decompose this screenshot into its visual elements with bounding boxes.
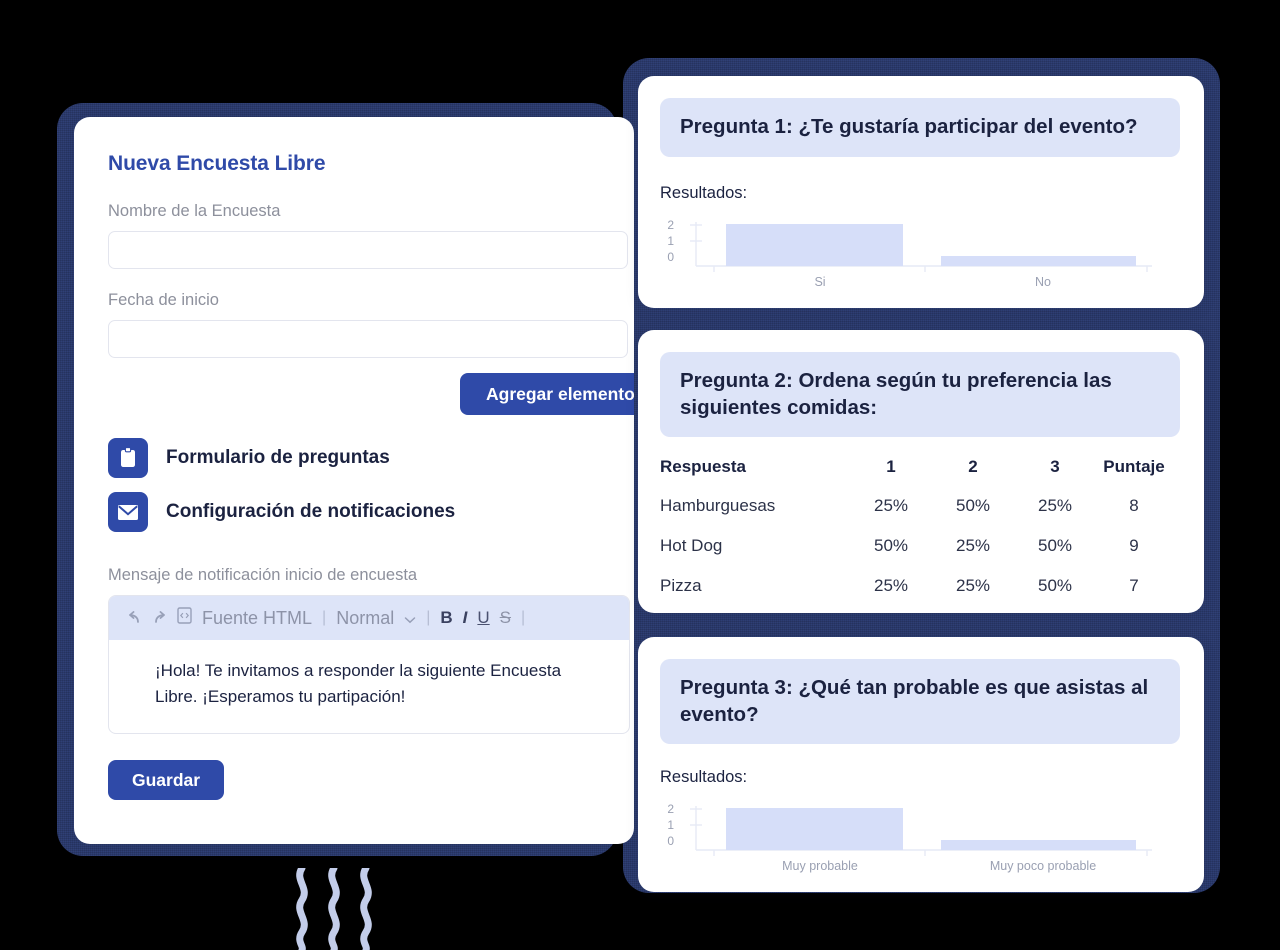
- question-2-title: Pregunta 2: Ordena según tu preferencia …: [660, 352, 1180, 438]
- cell-2: 25%: [955, 536, 991, 555]
- survey-name-field-block: Nombre de la Encuesta: [108, 202, 634, 269]
- editor-toolbar: Fuente HTML | Normal | B I U S |: [109, 596, 629, 640]
- bar-no: [941, 256, 1136, 266]
- editor-label: Mensaje de notificación inicio de encues…: [108, 566, 418, 584]
- underline-button[interactable]: U: [477, 608, 489, 628]
- start-date-field-block: Fecha de inicio: [108, 291, 634, 358]
- cell-2: 25%: [955, 576, 991, 595]
- y-tick-2: 2: [667, 802, 674, 816]
- cell-3: 50%: [1037, 576, 1073, 595]
- question-1-card: Pregunta 1: ¿Te gustaría participar del …: [638, 76, 1204, 308]
- table-header-row: Respuesta 1 2 3 Puntaje: [660, 448, 1172, 486]
- cell-1: 25%: [873, 496, 909, 515]
- squiggle-decoration: [296, 868, 372, 950]
- editor-content[interactable]: ¡Hola! Te invitamos a responder la sigui…: [109, 640, 629, 733]
- save-button[interactable]: Guardar: [108, 760, 225, 800]
- bar-muy-probable: [726, 808, 903, 850]
- cell-respuesta: Hamburguesas: [660, 496, 776, 515]
- column-header-3: 3: [1050, 457, 1060, 476]
- start-date-input[interactable]: [108, 320, 628, 358]
- column-header-2: 2: [968, 457, 978, 476]
- column-header-respuesta: Respuesta: [660, 457, 746, 476]
- page-title: Nueva Encuesta Libre: [108, 152, 326, 175]
- column-header-puntaje: Puntaje: [1103, 457, 1165, 476]
- x-label-muy-poco-probable: Muy poco probable: [990, 859, 1096, 873]
- chevron-down-icon[interactable]: [404, 608, 416, 629]
- section-label: Configuración de notificaciones: [166, 501, 456, 522]
- bold-button[interactable]: B: [440, 608, 452, 628]
- rich-text-editor: Fuente HTML | Normal | B I U S | ¡Hola! …: [108, 595, 630, 734]
- cell-1: 50%: [873, 536, 909, 555]
- y-tick-0: 0: [667, 250, 674, 264]
- html-source-icon[interactable]: [177, 607, 192, 629]
- table-row: Hamburguesas 25% 50% 25% 8: [660, 486, 1172, 526]
- question-3-chart: 2 1 0 Muy probable Muy poco probable: [660, 798, 1160, 876]
- section-label: Formulario de preguntas: [166, 447, 390, 468]
- italic-button[interactable]: I: [463, 608, 468, 628]
- x-label-muy-probable: Muy probable: [782, 859, 858, 873]
- cell-respuesta: Hot Dog: [660, 536, 723, 555]
- question-3-results-label: Resultados:: [660, 768, 748, 786]
- survey-name-input[interactable]: [108, 231, 628, 269]
- start-date-label: Fecha de inicio: [108, 291, 219, 309]
- table-row: Pizza 25% 25% 50% 7: [660, 566, 1172, 606]
- question-2-table: Respuesta 1 2 3 Puntaje Hamburguesas 25%…: [660, 448, 1172, 606]
- cell-3: 50%: [1037, 536, 1073, 555]
- redo-icon[interactable]: [152, 608, 167, 629]
- y-tick-0: 0: [667, 834, 674, 848]
- cell-puntaje: 9: [1129, 536, 1139, 555]
- column-header-1: 1: [886, 457, 896, 476]
- bar-muy-poco-probable: [941, 840, 1136, 850]
- html-source-label[interactable]: Fuente HTML: [202, 608, 312, 629]
- question-1-chart: 2 1 0 Si No: [660, 214, 1160, 292]
- y-tick-1: 1: [667, 818, 674, 832]
- style-select-value[interactable]: Normal: [336, 608, 394, 629]
- question-1-results-label: Resultados:: [660, 184, 748, 202]
- toolbar-divider: |: [426, 609, 431, 626]
- question-2-card: Pregunta 2: Ordena según tu preferencia …: [638, 330, 1204, 613]
- cell-respuesta: Pizza: [660, 576, 702, 595]
- y-tick-1: 1: [667, 234, 674, 248]
- cell-puntaje: 7: [1129, 576, 1139, 595]
- x-label-si: Si: [814, 275, 825, 289]
- section-configuracion-de-notificaciones[interactable]: Configuración de notificaciones: [108, 492, 634, 532]
- cell-3: 25%: [1037, 496, 1073, 515]
- survey-builder-panel: Nueva Encuesta Libre Nombre de la Encues…: [74, 117, 634, 844]
- screenshot-stage: Nueva Encuesta Libre Nombre de la Encues…: [0, 0, 1280, 950]
- question-1-title: Pregunta 1: ¿Te gustaría participar del …: [660, 98, 1180, 157]
- add-element-button[interactable]: Agregar elemento: [460, 373, 634, 415]
- survey-name-label: Nombre de la Encuesta: [108, 202, 281, 220]
- cell-2: 50%: [955, 496, 991, 515]
- strikethrough-button[interactable]: S: [500, 608, 511, 628]
- cell-1: 25%: [873, 576, 909, 595]
- undo-icon[interactable]: [127, 608, 142, 629]
- cell-puntaje: 8: [1129, 496, 1139, 515]
- section-formulario-de-preguntas[interactable]: Formulario de preguntas: [108, 438, 634, 478]
- bar-si: [726, 224, 903, 266]
- y-tick-2: 2: [667, 218, 674, 232]
- clipboard-icon: [108, 438, 148, 478]
- question-3-title: Pregunta 3: ¿Qué tan probable es que asi…: [660, 659, 1180, 745]
- toolbar-divider: |: [521, 609, 526, 626]
- question-3-card: Pregunta 3: ¿Qué tan probable es que asi…: [638, 637, 1204, 892]
- toolbar-divider: |: [322, 609, 327, 626]
- envelope-icon: [108, 492, 148, 532]
- x-label-no: No: [1035, 275, 1051, 289]
- table-row: Hot Dog 50% 25% 50% 9: [660, 526, 1172, 566]
